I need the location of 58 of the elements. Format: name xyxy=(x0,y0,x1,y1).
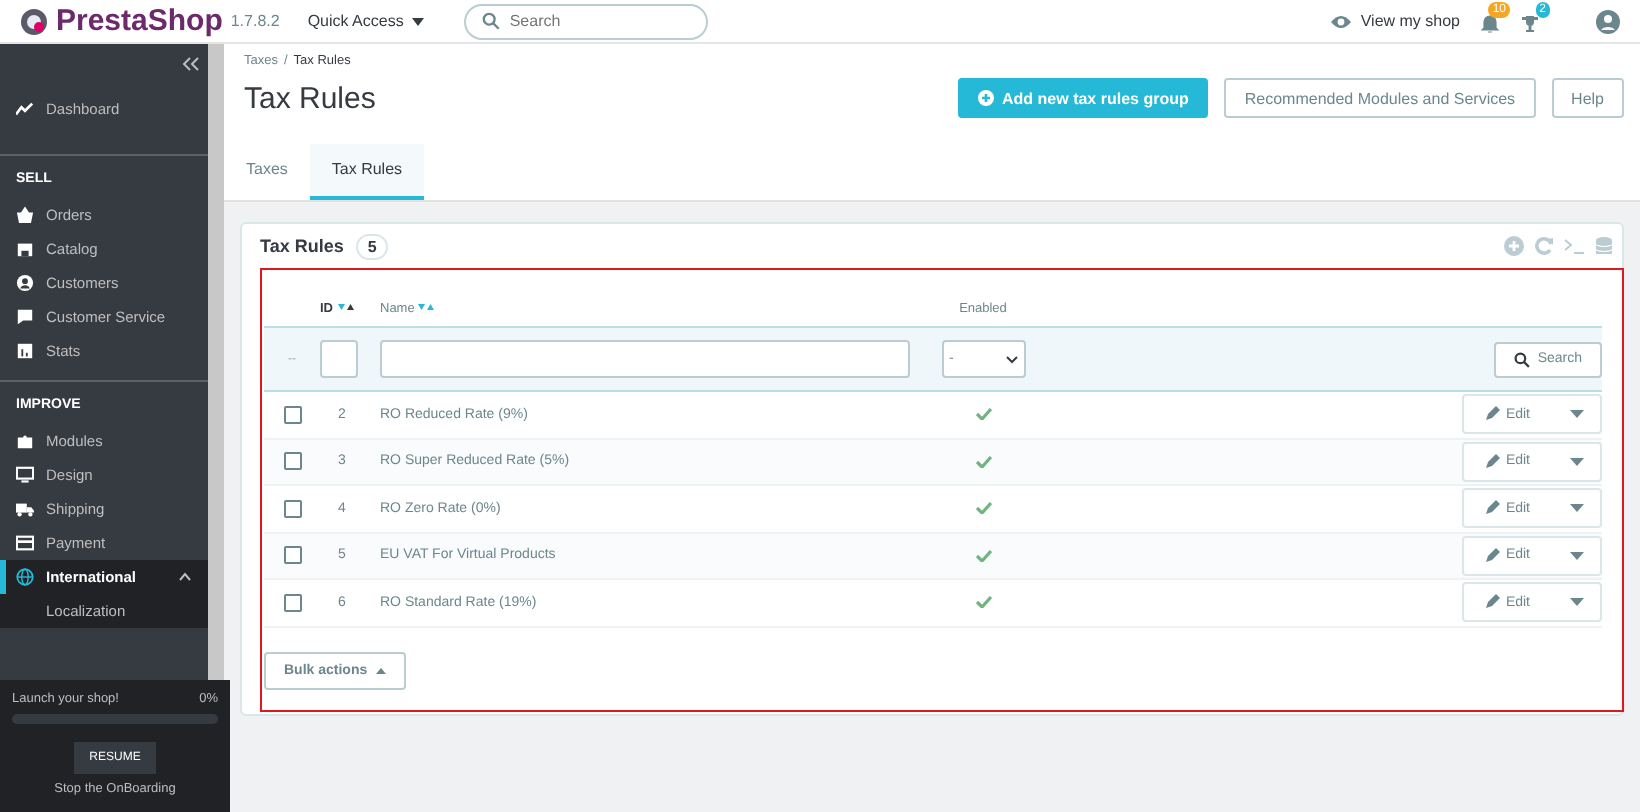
trophy-icon xyxy=(1520,14,1540,34)
logo-icon xyxy=(20,7,48,35)
add-icon xyxy=(1504,236,1524,256)
caret-icon xyxy=(1570,504,1584,513)
pencil-icon xyxy=(1483,547,1500,564)
caret-icon xyxy=(1570,410,1584,419)
refresh-icon xyxy=(1534,236,1554,256)
search-field[interactable]: Search xyxy=(463,3,708,39)
row-checkbox[interactable] xyxy=(283,546,301,565)
person-icon xyxy=(16,274,34,292)
trend-icon xyxy=(16,100,34,118)
panel-title: Tax Rules xyxy=(260,236,344,256)
search-icon xyxy=(481,12,500,30)
search-icon xyxy=(1513,351,1530,367)
caret-icon xyxy=(1570,551,1584,560)
avatar-icon xyxy=(1596,9,1620,33)
pencil-icon xyxy=(1483,500,1500,517)
eye-icon xyxy=(1330,11,1353,31)
terminal-icon xyxy=(1564,236,1584,256)
caret-icon xyxy=(1570,598,1584,607)
store-icon xyxy=(16,240,34,258)
pencil-icon xyxy=(1483,406,1500,423)
sort-icon[interactable] xyxy=(337,304,353,312)
caret-icon xyxy=(1570,457,1584,466)
header-button[interactable]: Help xyxy=(1551,78,1624,118)
header-button[interactable]: Recommended Modules and Services xyxy=(1224,78,1536,118)
row-checkbox[interactable] xyxy=(283,452,301,471)
pencil-icon xyxy=(1483,594,1500,611)
plus-icon xyxy=(978,90,995,106)
name-filter-field[interactable] xyxy=(380,340,909,378)
truck-icon xyxy=(16,500,34,518)
search-input[interactable]: Search xyxy=(509,12,670,30)
row-checkbox[interactable] xyxy=(283,499,301,518)
caret-icon xyxy=(411,17,424,25)
page-title: Tax Rules xyxy=(244,81,378,115)
monitor-icon xyxy=(16,466,34,484)
scrollbar[interactable] xyxy=(208,44,224,680)
tab[interactable]: Tax Rules xyxy=(309,144,425,200)
id-filter-field[interactable] xyxy=(320,340,358,378)
bar-chart-icon xyxy=(16,342,34,360)
database-icon xyxy=(1594,236,1614,256)
row-checkbox[interactable] xyxy=(283,593,301,612)
view-my-shop-link[interactable]: View my shop xyxy=(1360,12,1460,30)
caret-icon xyxy=(375,667,386,673)
version-text: 1.7.8.2 xyxy=(230,12,280,30)
quick-access-dropdown[interactable]: Quick Access xyxy=(307,12,424,30)
collapse-icon xyxy=(182,56,200,72)
chevron-down-icon xyxy=(1005,355,1017,363)
tab[interactable]: Taxes xyxy=(224,144,310,200)
chat-icon xyxy=(16,308,34,326)
bell-icon xyxy=(1480,14,1500,34)
pencil-icon xyxy=(1483,453,1500,470)
logo-text[interactable]: PrestaShop xyxy=(56,4,223,38)
row-checkbox[interactable] xyxy=(283,405,301,424)
globe-icon xyxy=(16,568,34,586)
basket-icon xyxy=(16,206,34,224)
card-icon xyxy=(16,534,34,552)
count-badge: 5 xyxy=(355,233,389,259)
